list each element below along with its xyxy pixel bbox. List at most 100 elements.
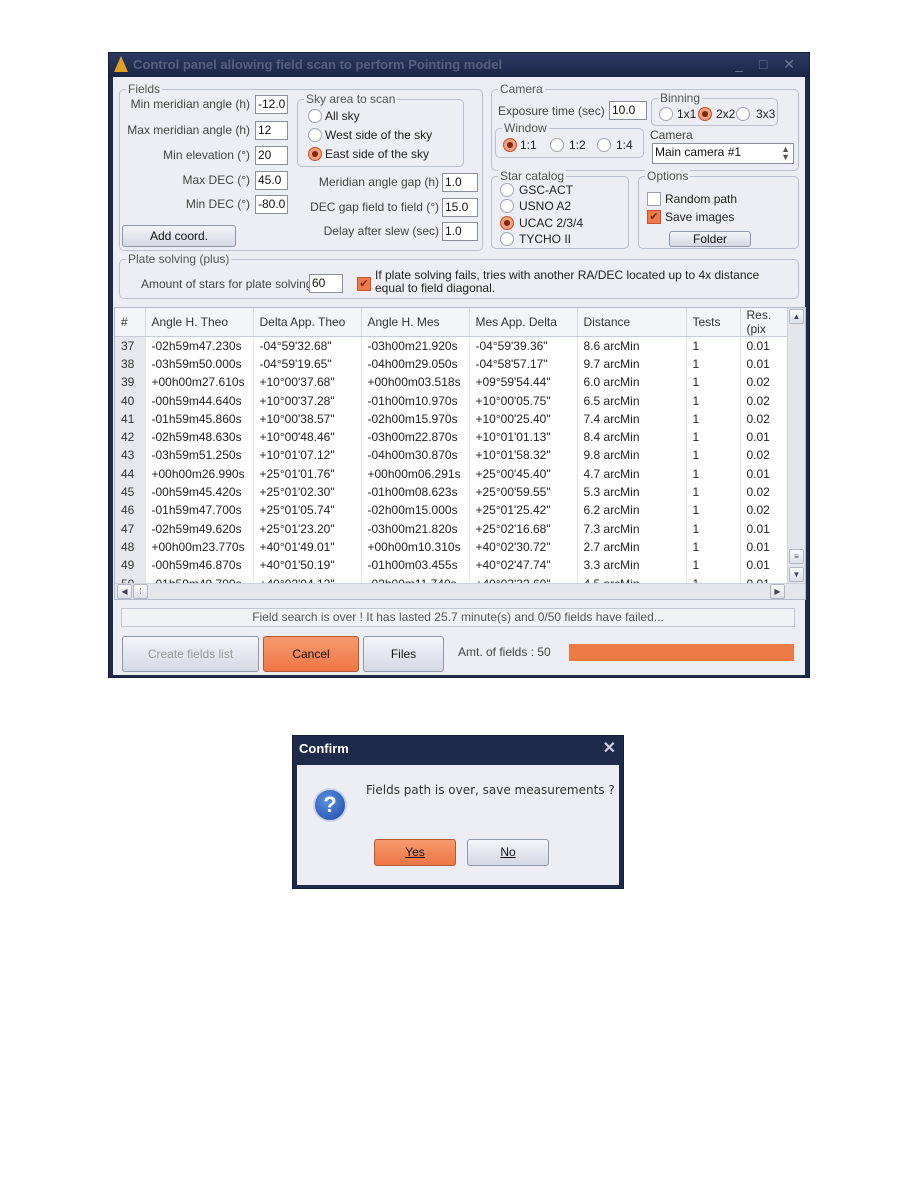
hscroll-thumb[interactable]: ⁞ bbox=[133, 584, 148, 599]
confirm-dialog: Confirm ✕ ? Fields path is over, save me… bbox=[292, 735, 624, 889]
spinner-arrows-icon: ▲ ▼ bbox=[781, 144, 790, 162]
max-meridian-label: Max meridian angle (h) bbox=[127, 123, 250, 137]
table-row[interactable]: 37 -02h59m47.230s -04°59'32.68" -03h00m21.9… bbox=[115, 336, 790, 355]
table-cell: +25°01'23.20" bbox=[253, 519, 362, 538]
table-row[interactable]: 40 -00h59m44.640s +10°00'37.28" -01h00m10.9… bbox=[115, 391, 790, 410]
radio-east-side[interactable] bbox=[308, 147, 322, 161]
scroll-left-icon[interactable]: ◀ bbox=[117, 584, 132, 599]
table-row[interactable]: 39 +00h00m27.610s +10°00'37.68" +00h00m03.5… bbox=[115, 373, 790, 392]
no-button[interactable]: No bbox=[467, 839, 549, 866]
table-cell: 9.8 arcMin bbox=[577, 446, 687, 465]
window-1-4-label: 1:4 bbox=[616, 138, 633, 152]
table-row[interactable]: 44 +00h00m26.990s +25°01'01.76" +00h00m06.2… bbox=[115, 464, 790, 483]
column-header[interactable]: Distance bbox=[577, 308, 687, 337]
exposure-input[interactable]: 10.0 bbox=[609, 101, 647, 120]
folder-button[interactable]: Folder bbox=[669, 231, 751, 247]
min-elevation-input[interactable]: 20 bbox=[255, 146, 288, 165]
min-dec-input[interactable]: -80.0 bbox=[255, 195, 288, 214]
retry-checkbox[interactable]: ✔ bbox=[357, 277, 371, 291]
radio-window-1-4[interactable] bbox=[597, 138, 611, 152]
table-row[interactable]: 46 -01h59m47.700s +25°01'05.74" -02h00m15.0… bbox=[115, 501, 790, 520]
radio-binning-3x3[interactable] bbox=[736, 107, 750, 121]
max-dec-input[interactable]: 45.0 bbox=[255, 171, 288, 190]
binning-label: Binning bbox=[658, 91, 703, 105]
radio-all-sky[interactable] bbox=[308, 109, 322, 123]
table-row[interactable]: 45 -00h59m45.420s +25°01'02.30" -01h00m08.6… bbox=[115, 482, 790, 502]
vertical-scrollbar[interactable]: ▲ ≡ ▼ bbox=[787, 308, 805, 584]
camera-select-label: Camera bbox=[650, 128, 693, 142]
table-cell: 0.02 bbox=[740, 409, 790, 428]
dec-gap-label: DEC gap field to field (°) bbox=[310, 200, 439, 214]
table-cell: -01h59m45.860s bbox=[145, 409, 254, 428]
save-images-checkbox[interactable]: ✔ bbox=[647, 210, 661, 224]
column-header[interactable]: Tests bbox=[686, 308, 741, 337]
meridian-gap-label: Meridian angle gap (h) bbox=[318, 175, 439, 189]
column-header[interactable]: Res. (pix bbox=[740, 308, 790, 337]
scroll-thumb[interactable]: ≡ bbox=[789, 549, 804, 564]
radio-ucac[interactable] bbox=[500, 216, 514, 230]
table-cell: 1 bbox=[686, 354, 741, 374]
camera-select[interactable]: Main camera #1 ▲ ▼ bbox=[652, 143, 794, 164]
amount-of-fields-label: Amt. of fields : 50 bbox=[458, 645, 551, 659]
horizontal-scrollbar[interactable]: ◀ ⁞ ▶ bbox=[115, 583, 805, 599]
window-controls[interactable]: _ □ ✕ bbox=[735, 56, 801, 73]
min-elevation-label: Min elevation (°) bbox=[163, 148, 250, 162]
status-bar: Field search is over ! It has lasted 25.… bbox=[121, 608, 795, 627]
table-cell: 49 bbox=[115, 556, 146, 575]
scroll-up-icon[interactable]: ▲ bbox=[789, 309, 804, 324]
fields-table: # Angle H. Theo Delta App. Theo Angle H. Me… bbox=[114, 307, 806, 600]
max-meridian-input[interactable]: 12 bbox=[255, 121, 288, 140]
table-row[interactable]: 38 -03h59m50.000s -04°59'19.65" -04h00m29.0… bbox=[115, 354, 790, 374]
table-row[interactable]: 43 -03h59m51.250s +10°01'07.12" -04h00m30.8… bbox=[115, 446, 790, 465]
save-images-label: Save images bbox=[665, 210, 735, 224]
window-1-1-label: 1:1 bbox=[520, 138, 537, 152]
table-row[interactable]: 48 +00h00m23.770s +40°01'49.01" +00h00m10.3… bbox=[115, 537, 790, 557]
table-row[interactable]: 47 -02h59m49.620s +25°01'23.20" -03h00m21.8… bbox=[115, 519, 790, 538]
radio-window-1-2[interactable] bbox=[550, 138, 564, 152]
dec-gap-input[interactable]: 15.0 bbox=[442, 198, 478, 217]
table-row[interactable]: 41 -01h59m45.860s +10°00'38.57" -02h00m15.9… bbox=[115, 409, 790, 428]
close-icon[interactable]: ✕ bbox=[603, 738, 616, 758]
table-cell: 0.01 bbox=[740, 556, 790, 575]
add-coord-button[interactable]: Add coord. bbox=[122, 225, 236, 247]
table-cell: -04°59'32.68" bbox=[253, 336, 362, 355]
column-header[interactable]: Angle H. Theo bbox=[145, 308, 254, 337]
stars-amount-input[interactable]: 60 bbox=[309, 274, 343, 293]
column-header[interactable]: # bbox=[115, 308, 146, 337]
table-row[interactable]: 49 -00h59m46.870s +40°01'50.19" -01h00m03.4… bbox=[115, 556, 790, 575]
radio-gsc-act[interactable] bbox=[500, 183, 514, 197]
radio-window-1-1[interactable] bbox=[503, 138, 517, 152]
camera-group-label: Camera bbox=[498, 82, 545, 96]
ucac-label: UCAC 2/3/4 bbox=[519, 216, 584, 230]
radio-tycho[interactable] bbox=[500, 232, 514, 246]
table-cell: 1 bbox=[686, 556, 741, 575]
column-header[interactable]: Angle H. Mes bbox=[361, 308, 470, 337]
table-cell: +25°01'01.76" bbox=[253, 464, 362, 483]
west-side-label: West side of the sky bbox=[325, 128, 433, 142]
table-cell: 6.5 arcMin bbox=[577, 391, 687, 410]
meridian-gap-input[interactable]: 1.0 bbox=[442, 173, 478, 192]
radio-west-side[interactable] bbox=[308, 128, 322, 142]
scroll-right-icon[interactable]: ▶ bbox=[770, 584, 785, 599]
radio-binning-2x2[interactable] bbox=[698, 107, 712, 121]
min-meridian-input[interactable]: -12.0 bbox=[255, 95, 288, 114]
radio-usno-a2[interactable] bbox=[500, 199, 514, 213]
table-cell: 6.0 arcMin bbox=[577, 373, 687, 392]
column-header[interactable]: Delta App. Theo bbox=[253, 308, 362, 337]
random-path-checkbox[interactable] bbox=[647, 192, 661, 206]
window-title: Control panel allowing field scan to per… bbox=[133, 57, 503, 72]
stars-amount-label: Amount of stars for plate solving bbox=[141, 277, 313, 291]
cancel-button[interactable]: Cancel bbox=[263, 636, 359, 672]
table-cell: 0.02 bbox=[740, 482, 790, 502]
column-header[interactable]: Mes App. Delta bbox=[469, 308, 578, 337]
files-button[interactable]: Files bbox=[363, 636, 444, 672]
table-row[interactable]: 42 -02h59m48.630s +10°00'48.46" -03h00m22.8… bbox=[115, 427, 790, 447]
scroll-down-icon[interactable]: ▼ bbox=[789, 567, 804, 582]
table-cell: +25°02'16.68" bbox=[469, 519, 578, 538]
delay-input[interactable]: 1.0 bbox=[442, 222, 478, 241]
table-cell: -02h00m15.000s bbox=[361, 501, 470, 520]
create-fields-list-button[interactable]: Create fields list bbox=[122, 636, 259, 672]
radio-binning-1x1[interactable] bbox=[659, 107, 673, 121]
yes-button[interactable]: Yes bbox=[374, 839, 456, 866]
table-cell: +40°01'49.01" bbox=[253, 537, 362, 557]
